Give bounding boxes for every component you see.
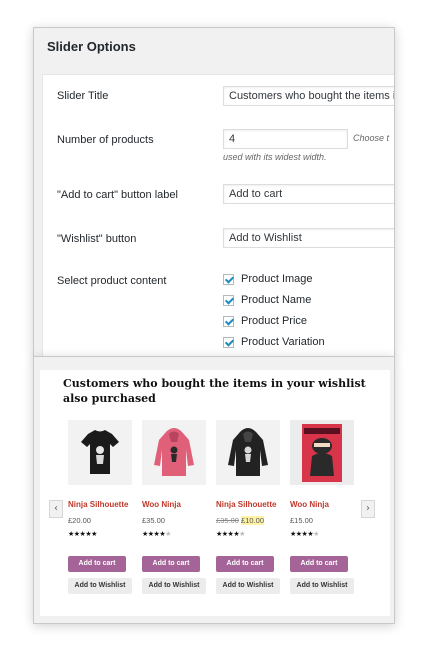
- num-products-input[interactable]: 4: [223, 129, 348, 149]
- add-to-wishlist-button[interactable]: Add to Wishlist: [290, 578, 354, 594]
- num-products-label: Number of products: [57, 134, 154, 146]
- product-name[interactable]: Ninja Silhouette: [216, 500, 280, 509]
- prev-arrow-icon[interactable]: ‹: [49, 500, 63, 518]
- product-content-label: Select product content: [57, 275, 167, 287]
- checkbox-label: Product Variation: [241, 336, 325, 348]
- product-name[interactable]: Ninja Silhouette: [68, 500, 132, 509]
- add-to-wishlist-button[interactable]: Add to Wishlist: [216, 578, 280, 594]
- product-card: Ninja Silhouette £35.00 £10.00 ★★★★★ Add…: [216, 420, 280, 594]
- checkbox-product-variation[interactable]: Product Variation: [223, 334, 325, 350]
- slider-preview-panel: Customers who bought the items in your w…: [33, 356, 395, 624]
- product-price: £35.00 £10.00: [216, 516, 280, 525]
- checkbox-checked-icon[interactable]: [223, 336, 234, 348]
- star-rating-icon: ★★★★★: [290, 530, 319, 538]
- add-to-cart-input[interactable]: Add to cart: [223, 184, 394, 204]
- slider-title-input[interactable]: Customers who bought the items in: [223, 86, 394, 106]
- checkbox-product-name[interactable]: Product Name: [223, 292, 311, 308]
- product-card: Ninja Silhouette £20.00 ★★★★★ Add to car…: [68, 420, 132, 594]
- add-to-cart-button[interactable]: Add to cart: [68, 556, 126, 572]
- checkbox-product-price[interactable]: Product Price: [223, 313, 307, 329]
- checkbox-checked-icon[interactable]: [223, 294, 234, 306]
- checkbox-checked-icon[interactable]: [223, 273, 234, 285]
- add-to-wishlist-button[interactable]: Add to Wishlist: [68, 578, 132, 594]
- old-price: £35.00: [216, 516, 239, 525]
- checkbox-checked-icon[interactable]: [223, 315, 234, 327]
- star-rating-icon: ★★★★★: [216, 530, 245, 538]
- num-products-hint-below: used with its widest width.: [223, 152, 327, 162]
- product-image-pink-hoodie[interactable]: [142, 420, 206, 485]
- product-card: Woo Ninja £35.00 ★★★★★ Add to cart Add t…: [142, 420, 206, 594]
- product-name[interactable]: Woo Ninja: [290, 500, 354, 509]
- options-form: Slider Title Customers who bought the it…: [42, 74, 394, 356]
- star-rating-icon: ★★★★★: [68, 530, 97, 538]
- add-to-cart-label: "Add to cart" button label: [57, 189, 178, 201]
- slider-heading: Customers who bought the items in your w…: [63, 377, 366, 405]
- wishlist-label: "Wishlist" button: [57, 233, 137, 245]
- wishlist-input[interactable]: Add to Wishlist: [223, 228, 394, 248]
- product-image-black-tshirt[interactable]: [68, 420, 132, 485]
- add-to-wishlist-button[interactable]: Add to Wishlist: [142, 578, 206, 594]
- product-price: £20.00: [68, 516, 91, 525]
- star-rating-icon: ★★★★★: [142, 530, 171, 538]
- product-price: £35.00: [142, 516, 165, 525]
- product-name[interactable]: Woo Ninja: [142, 500, 206, 509]
- slider-title-label: Slider Title: [57, 90, 109, 102]
- checkbox-label: Product Image: [241, 273, 313, 285]
- num-products-hint: Choose t: [353, 133, 390, 143]
- add-to-cart-button[interactable]: Add to cart: [142, 556, 200, 572]
- next-arrow-icon[interactable]: ›: [361, 500, 375, 518]
- panel-title: Slider Options: [47, 39, 136, 54]
- sale-price: £10.00: [241, 516, 264, 525]
- checkbox-label: Product Name: [241, 294, 312, 306]
- product-price: £15.00: [290, 516, 313, 525]
- slider-preview: Customers who bought the items in your w…: [40, 370, 390, 616]
- add-to-cart-button[interactable]: Add to cart: [290, 556, 348, 572]
- product-image-red-poster[interactable]: [290, 420, 354, 485]
- add-to-cart-button[interactable]: Add to cart: [216, 556, 274, 572]
- checkbox-product-image[interactable]: Product Image: [223, 271, 313, 287]
- checkbox-label: Product Price: [241, 315, 308, 327]
- slider-options-panel: Slider Options Slider Title Customers wh…: [33, 27, 395, 357]
- product-image-black-hoodie[interactable]: [216, 420, 280, 485]
- product-card: Woo Ninja £15.00 ★★★★★ Add to cart Add t…: [290, 420, 354, 594]
